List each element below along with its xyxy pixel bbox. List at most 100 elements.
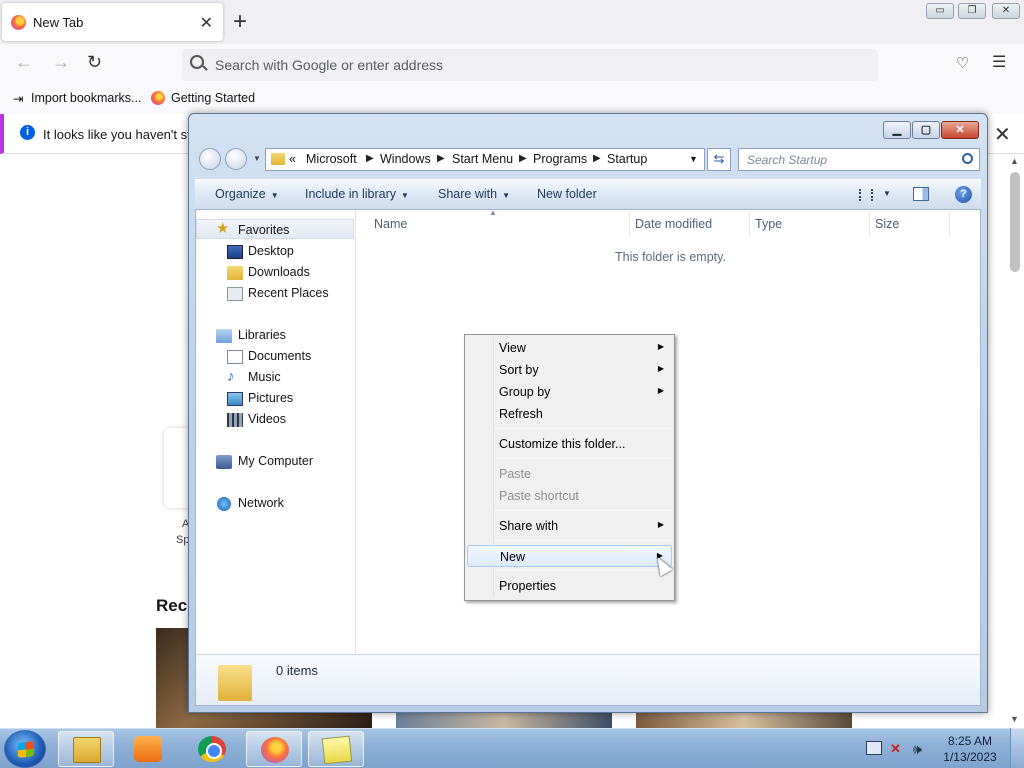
nav-pictures[interactable]: Pictures: [248, 391, 293, 405]
browser-close-button[interactable]: ✕: [992, 3, 1020, 19]
refresh-icon[interactable]: ⇆: [707, 148, 731, 171]
bookmark-getting-started[interactable]: Getting Started: [171, 91, 255, 105]
help-icon[interactable]: ?: [955, 186, 972, 203]
column-divider[interactable]: [949, 212, 950, 236]
address-bar[interactable]: « Microsoft ▶ Windows ▶ Start Menu ▶ Pro…: [265, 148, 705, 171]
nav-videos[interactable]: Videos: [248, 412, 286, 426]
menu-item-refresh[interactable]: Refresh: [467, 403, 672, 425]
taskbar-media-player[interactable]: [120, 731, 176, 767]
import-bookmarks-icon: ⇥: [13, 92, 24, 106]
music-icon: ♪: [227, 368, 235, 385]
notice-close-icon[interactable]: ✕: [994, 122, 1011, 147]
url-bar[interactable]: Search with Google or enter address: [182, 49, 878, 81]
taskbar-clock[interactable]: 8:25 AM 1/13/2023: [940, 733, 1000, 765]
menu-item-properties[interactable]: Properties: [467, 575, 672, 597]
address-dropdown-icon[interactable]: ▼: [689, 154, 698, 164]
details-pane: 0 items: [196, 654, 980, 705]
new-tab-button[interactable]: +: [233, 8, 247, 36]
tab-close-icon[interactable]: ✕: [200, 13, 213, 33]
forward-button[interactable]: [225, 148, 247, 170]
start-button[interactable]: [4, 730, 46, 768]
include-in-library-button[interactable]: Include in library ▼: [305, 187, 409, 201]
breadcrumb-item[interactable]: Programs: [533, 152, 587, 166]
nav-desktop[interactable]: Desktop: [248, 244, 294, 258]
column-divider[interactable]: [629, 212, 630, 236]
change-view-icon[interactable]: [859, 189, 873, 201]
menu-item-label: Paste: [499, 467, 531, 481]
breadcrumb-overflow[interactable]: «: [289, 152, 296, 166]
search-box[interactable]: Search Startup: [738, 148, 980, 171]
recent-thumbnail[interactable]: [636, 712, 852, 728]
menu-item-view[interactable]: View ▶: [467, 337, 672, 359]
back-button[interactable]: [199, 148, 221, 170]
menu-hamburger-icon[interactable]: ☰: [992, 52, 1006, 72]
column-divider[interactable]: [749, 212, 750, 236]
menu-separator: [495, 428, 672, 429]
action-center-icon[interactable]: [866, 741, 882, 755]
browser-navbar: ← → ↻ Search with Google or enter addres…: [0, 44, 1024, 84]
column-header-type[interactable]: Type: [755, 217, 782, 231]
nav-libraries[interactable]: Libraries: [238, 328, 286, 342]
taskbar-explorer[interactable]: [58, 731, 114, 767]
breadcrumb-item[interactable]: Start Menu: [452, 152, 513, 166]
scroll-up-icon[interactable]: ▲: [1010, 156, 1019, 166]
recent-thumbnail[interactable]: [396, 712, 612, 728]
nav-my-computer[interactable]: My Computer: [238, 454, 313, 468]
nav-documents[interactable]: Documents: [248, 349, 311, 363]
maximize-button[interactable]: ▢: [912, 121, 940, 139]
preview-pane-icon[interactable]: [913, 187, 929, 201]
minimize-button[interactable]: ▁: [883, 121, 911, 139]
forward-arrow-icon[interactable]: →: [52, 52, 70, 73]
view-options-dropdown-icon[interactable]: ▼: [883, 189, 891, 198]
menu-item-group-by[interactable]: Group by ▶: [467, 381, 672, 403]
taskbar-sticky-notes[interactable]: [308, 731, 364, 767]
breadcrumb-item[interactable]: Windows: [380, 152, 431, 166]
column-header-size[interactable]: Size: [875, 217, 899, 231]
menu-item-sort-by[interactable]: Sort by ▶: [467, 359, 672, 381]
nav-downloads[interactable]: Downloads: [248, 265, 310, 279]
recent-pages-dropdown-icon[interactable]: ▼: [253, 154, 261, 163]
search-icon[interactable]: [962, 153, 973, 164]
nav-recent-places[interactable]: Recent Places: [248, 286, 329, 300]
show-desktop-button[interactable]: [1010, 728, 1024, 768]
new-folder-button[interactable]: New folder: [537, 187, 597, 201]
volume-icon[interactable]: 🕪: [913, 741, 929, 757]
column-divider[interactable]: [869, 212, 870, 236]
breadcrumb-item[interactable]: Startup: [607, 152, 647, 166]
breadcrumb-arrow-icon[interactable]: ▶: [437, 153, 445, 164]
bookmark-import[interactable]: Import bookmarks...: [31, 91, 141, 105]
menu-item-share-with[interactable]: Share with ▶: [467, 515, 672, 537]
column-header-date-modified[interactable]: Date modified: [635, 217, 712, 231]
taskbar-firefox[interactable]: [246, 731, 302, 767]
breadcrumb-item[interactable]: Microsoft: [306, 152, 357, 166]
breadcrumb-arrow-icon[interactable]: ▶: [366, 153, 374, 164]
network-disconnected-icon[interactable]: ✕: [890, 741, 906, 756]
scroll-down-icon[interactable]: ▼: [1010, 714, 1019, 724]
organize-button[interactable]: Organize ▼: [215, 187, 279, 201]
menu-item-new[interactable]: New ▶: [467, 545, 672, 567]
recent-places-icon: [227, 287, 243, 301]
close-button[interactable]: ✕: [941, 121, 979, 139]
browser-restore-button[interactable]: ❐: [958, 3, 986, 19]
pocket-icon[interactable]: ♡: [956, 54, 969, 72]
nav-favorites[interactable]: Favorites: [238, 223, 289, 237]
search-icon: [190, 55, 204, 69]
nav-network[interactable]: Network: [238, 496, 284, 510]
page-scrollbar[interactable]: ▲ ▼: [1006, 154, 1024, 729]
menu-item-paste-shortcut: Paste shortcut: [467, 485, 672, 507]
back-arrow-icon[interactable]: ←: [15, 52, 33, 73]
nav-music[interactable]: Music: [248, 370, 281, 384]
menu-item-label: View: [499, 341, 526, 355]
share-with-button[interactable]: Share with ▼: [438, 187, 510, 201]
scrollbar-thumb[interactable]: [1010, 172, 1020, 272]
breadcrumb-arrow-icon[interactable]: ▶: [519, 153, 527, 164]
reload-icon[interactable]: ↻: [87, 52, 102, 73]
menu-item-customize-folder[interactable]: Customize this folder...: [467, 433, 672, 455]
browser-minimize-button[interactable]: ▭: [926, 3, 954, 19]
tab-new-tab[interactable]: New Tab ✕: [2, 3, 223, 41]
taskbar-chrome[interactable]: [184, 731, 240, 767]
breadcrumb-arrow-icon[interactable]: ▶: [593, 153, 601, 164]
menu-item-label: Sort by: [499, 363, 539, 377]
column-header-name[interactable]: Name: [374, 217, 407, 231]
bookmarks-toolbar: ⇥ Import bookmarks... Getting Started: [0, 84, 1024, 114]
